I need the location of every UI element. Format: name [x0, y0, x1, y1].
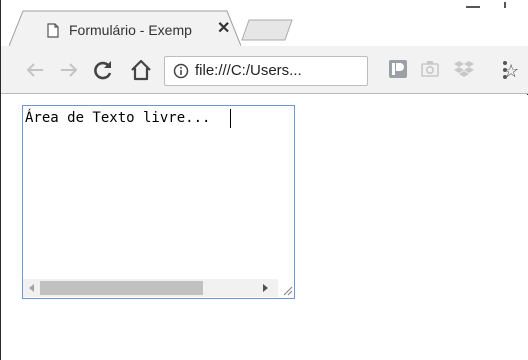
screenshot-icon[interactable] [419, 58, 441, 80]
new-tab-button[interactable] [241, 19, 293, 41]
close-tab-icon[interactable]: ✕ [217, 21, 230, 37]
tab-formulario[interactable]: Formulário - Exemp ✕ [9, 10, 241, 46]
tab-title: Formulário - Exemp [69, 22, 192, 38]
reload-icon[interactable] [91, 58, 115, 82]
text-caret [230, 109, 231, 128]
kebab-menu-icon[interactable] [501, 59, 509, 81]
url-text[interactable]: file:///C:/Users... [195, 62, 302, 79]
address-bar[interactable]: file:///C:/Users... ☆ [164, 56, 519, 86]
back-arrow-icon[interactable] [23, 58, 47, 82]
textarea-value[interactable]: Área de Texto livre... [25, 110, 210, 126]
browser-window: Formulário - Exemp ✕ file:///C:/Users...… [0, 0, 528, 360]
page-content: Área de Texto livre... [1, 95, 528, 360]
window-controls [466, 0, 528, 12]
minimize-button[interactable] [466, 6, 480, 8]
forward-arrow-icon[interactable] [57, 58, 81, 82]
toolbar: file:///C:/Users... ☆ [1, 46, 528, 94]
maximize-button[interactable] [504, 2, 506, 8]
home-icon[interactable] [129, 58, 153, 82]
resize-handle-icon[interactable] [278, 279, 294, 297]
page-icon [47, 23, 59, 38]
scroll-left-arrow-icon[interactable] [29, 284, 34, 292]
pushbullet-icon[interactable] [387, 58, 409, 80]
free-text-area[interactable]: Área de Texto livre... [22, 105, 295, 299]
horizontal-scrollbar[interactable] [23, 279, 278, 297]
scrollbar-thumb[interactable] [40, 281, 203, 295]
scroll-right-arrow-icon[interactable] [263, 284, 268, 292]
info-icon[interactable] [173, 63, 189, 79]
dropbox-icon[interactable] [453, 58, 475, 80]
tab-strip: Formulário - Exemp ✕ [1, 0, 528, 46]
